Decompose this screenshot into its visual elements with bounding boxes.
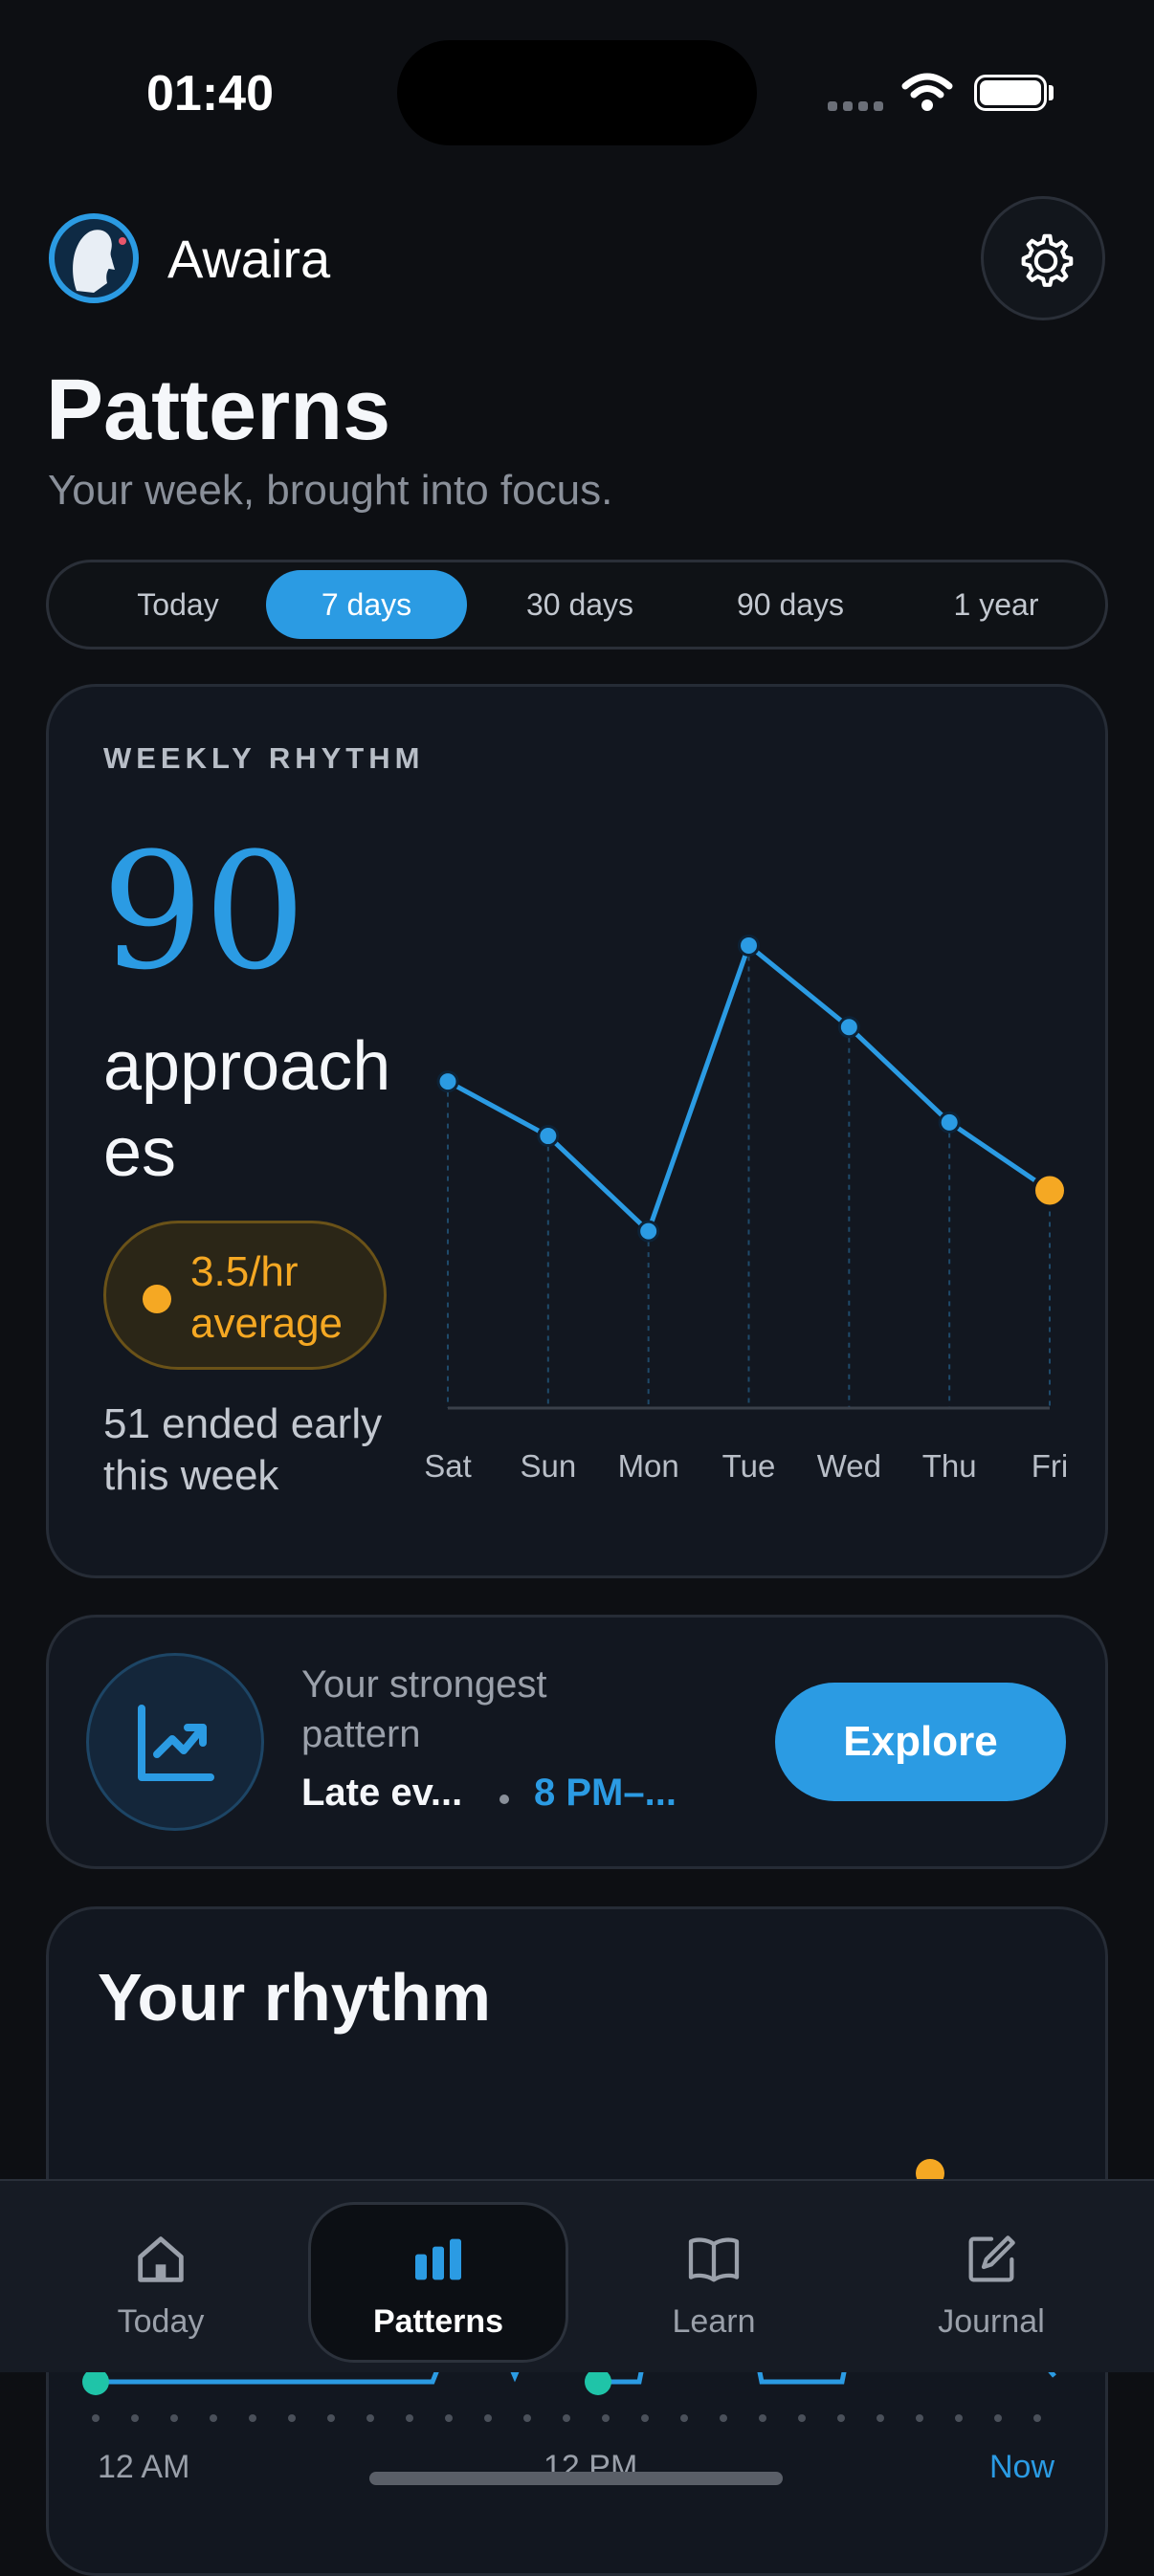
approach-unit: approaches xyxy=(103,1028,391,1191)
timeline-tick xyxy=(445,2414,453,2422)
timeline-tick xyxy=(170,2414,178,2422)
average-badge: 3.5/hr average xyxy=(103,1221,387,1370)
ended-early-text: 51 ended early this week xyxy=(103,1400,383,1499)
timeline-now-label: Now xyxy=(989,2449,1055,2485)
timeline-tick xyxy=(837,2414,845,2422)
approach-count: 90 xyxy=(101,818,306,1005)
tab-30-days[interactable]: 30 days xyxy=(479,570,680,639)
timeline-tick xyxy=(916,2414,923,2422)
timeline-tick xyxy=(366,2414,374,2422)
strongest-pattern-name: Late ev... xyxy=(301,1772,463,1814)
timeline-tick xyxy=(406,2414,413,2422)
timeline-tick xyxy=(210,2414,217,2422)
home-icon xyxy=(138,2236,184,2282)
dynamic-island xyxy=(397,40,757,145)
tab-bar-learn[interactable]: Learn xyxy=(618,2229,810,2341)
home-indicator xyxy=(369,2472,783,2485)
average-text: 3.5/hr average xyxy=(190,1248,344,1347)
settings-button[interactable] xyxy=(981,196,1105,320)
timeline-tick xyxy=(563,2414,570,2422)
data-point xyxy=(738,934,760,957)
timeline-tick xyxy=(798,2414,806,2422)
tab-bar-patterns[interactable]: Patterns xyxy=(343,2229,534,2341)
timeline-tick xyxy=(641,2414,649,2422)
tab-bar-label: Journal xyxy=(938,2303,1045,2340)
tab-bar-label: Learn xyxy=(672,2303,756,2340)
compose-icon xyxy=(968,2235,1015,2282)
timeline-tick xyxy=(680,2414,688,2422)
timeline-tick xyxy=(877,2414,884,2422)
gear-icon xyxy=(1021,233,1074,287)
strongest-pattern-label: Your strongest pattern xyxy=(301,1663,547,1755)
tab-today[interactable]: Today xyxy=(97,570,259,639)
book-icon xyxy=(688,2237,740,2282)
tab-bar-label: Today xyxy=(117,2303,205,2340)
tab-7-days[interactable]: 7 days xyxy=(266,570,467,639)
data-point xyxy=(1032,1172,1068,1209)
timeline-tick xyxy=(759,2414,766,2422)
explore-button[interactable]: Explore xyxy=(775,1683,1066,1801)
data-point xyxy=(938,1111,961,1134)
tab-bar-today[interactable]: Today xyxy=(65,2229,256,2341)
x-tick-label: Sun xyxy=(520,1448,576,1484)
separator-dot xyxy=(499,1794,509,1804)
timeline-tick xyxy=(249,2414,256,2422)
x-tick-label: Wed xyxy=(817,1448,881,1484)
data-point xyxy=(537,1125,560,1148)
timeline-tick xyxy=(1033,2414,1041,2422)
bar-chart-icon xyxy=(415,2238,461,2280)
app-name: Awaira xyxy=(167,229,331,289)
wifi-icon xyxy=(901,73,953,111)
strongest-pattern-time: 8 PM–... xyxy=(534,1772,677,1814)
timeline-tick xyxy=(955,2414,963,2422)
timeline-tick xyxy=(131,2414,139,2422)
timeline-tick xyxy=(484,2414,492,2422)
timeline-start-label: 12 AM xyxy=(98,2449,190,2485)
timeline-tick xyxy=(523,2414,531,2422)
x-tick-label: Tue xyxy=(722,1448,776,1484)
page-title: Patterns xyxy=(46,363,391,458)
tab-90-days[interactable]: 90 days xyxy=(690,570,891,639)
trend-badge xyxy=(86,1653,264,1831)
x-tick-label: Thu xyxy=(922,1448,977,1484)
x-tick-label: Mon xyxy=(618,1448,679,1484)
tab-1-year[interactable]: 1 year xyxy=(900,570,1092,639)
timeline-tick xyxy=(92,2414,100,2422)
data-point xyxy=(837,1016,860,1039)
data-point xyxy=(436,1070,459,1093)
average-dot xyxy=(143,1285,171,1313)
range-selector: Today 7 days 30 days 90 days 1 year xyxy=(46,560,1108,650)
page-subtitle: Your week, brought into focus. xyxy=(48,467,613,514)
card-kicker: WEEKLY RHYTHM xyxy=(103,741,425,775)
rhythm-title: Your rhythm xyxy=(98,1960,491,2035)
data-point xyxy=(637,1220,660,1243)
status-time: 01:40 xyxy=(146,66,274,121)
timeline-tick xyxy=(994,2414,1002,2422)
trending-up-icon xyxy=(138,1705,214,1781)
cellular-signal-icon xyxy=(828,101,885,113)
tab-bar-journal[interactable]: Journal xyxy=(896,2229,1087,2341)
timeline-tick xyxy=(288,2414,296,2422)
timeline-tick xyxy=(327,2414,335,2422)
x-tick-label: Sat xyxy=(424,1448,472,1484)
battery-icon xyxy=(974,75,1047,111)
weekly-line-chart: Sat Sun Mon Tue Wed Thu Fri xyxy=(424,934,1068,1484)
x-tick-label: Fri xyxy=(1032,1448,1068,1484)
tab-bar-label: Patterns xyxy=(372,2303,504,2340)
timeline-tick xyxy=(720,2414,727,2422)
timeline-tick xyxy=(602,2414,610,2422)
app-logo-icon xyxy=(49,213,139,303)
